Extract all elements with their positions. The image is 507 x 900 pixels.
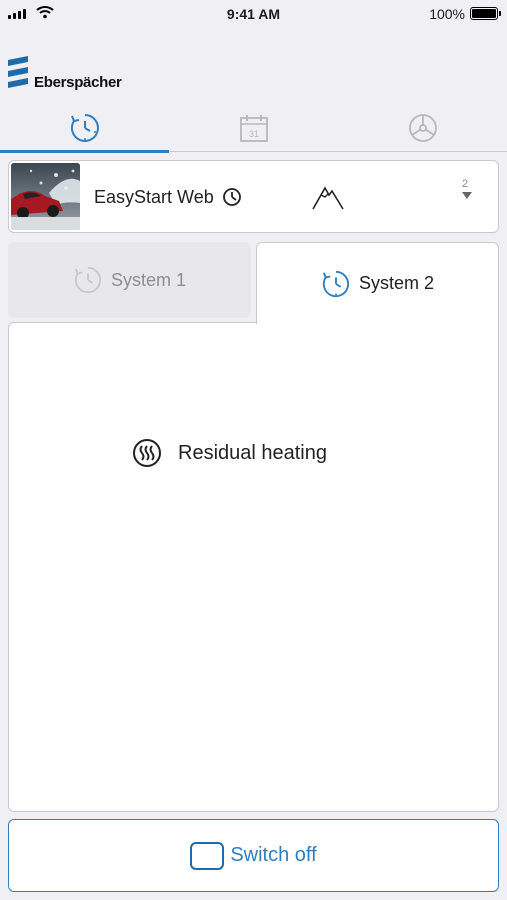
vehicle-thumbnail — [11, 163, 80, 230]
eberspaecher-logo-icon — [8, 56, 28, 88]
tab-system-2-label: System 2 — [358, 273, 435, 293]
device-count: 2 — [462, 178, 469, 190]
mountain-icon — [312, 186, 344, 210]
tab-system-1-label: System 1 — [110, 269, 187, 290]
heating-mode-label: Residual heating — [178, 441, 327, 464]
system-panel: Residual heating — [8, 322, 499, 812]
battery-icon — [470, 7, 501, 20]
tab-system-1[interactable]: System 1 — [8, 242, 251, 318]
main-nav-tabs: 31 — [0, 106, 507, 153]
calendar-day: 31 — [248, 129, 258, 139]
timer-icon — [70, 114, 99, 142]
switch-off-button[interactable]: Switch off — [8, 819, 499, 892]
status-bar: 9:41 AM 100% — [0, 0, 507, 28]
battery-percentage: 100% — [429, 6, 465, 22]
brand-logo: Eberspächer — [8, 56, 122, 92]
tab-settings[interactable] — [338, 106, 507, 152]
tab-timer[interactable] — [0, 106, 169, 153]
timer-icon — [322, 270, 350, 297]
brand-name: Eberspächer — [34, 74, 122, 91]
calendar-icon: 31 — [239, 115, 268, 142]
residual-heat-icon — [133, 439, 161, 467]
chevron-down-icon[interactable] — [462, 192, 472, 199]
tab-calendar[interactable]: 31 — [169, 106, 338, 152]
timer-icon — [74, 266, 102, 294]
device-selector[interactable]: EasyStart Web 2 — [8, 160, 499, 233]
device-name: EasyStart Web — [94, 187, 214, 207]
steering-wheel-icon — [408, 114, 437, 142]
heating-mode[interactable]: Residual heating — [132, 438, 327, 468]
tab-system-2[interactable]: System 2 — [256, 242, 499, 324]
clock-icon — [223, 188, 241, 206]
switch-off-label: Switch off — [230, 844, 317, 866]
toggle-box-icon — [190, 841, 225, 870]
